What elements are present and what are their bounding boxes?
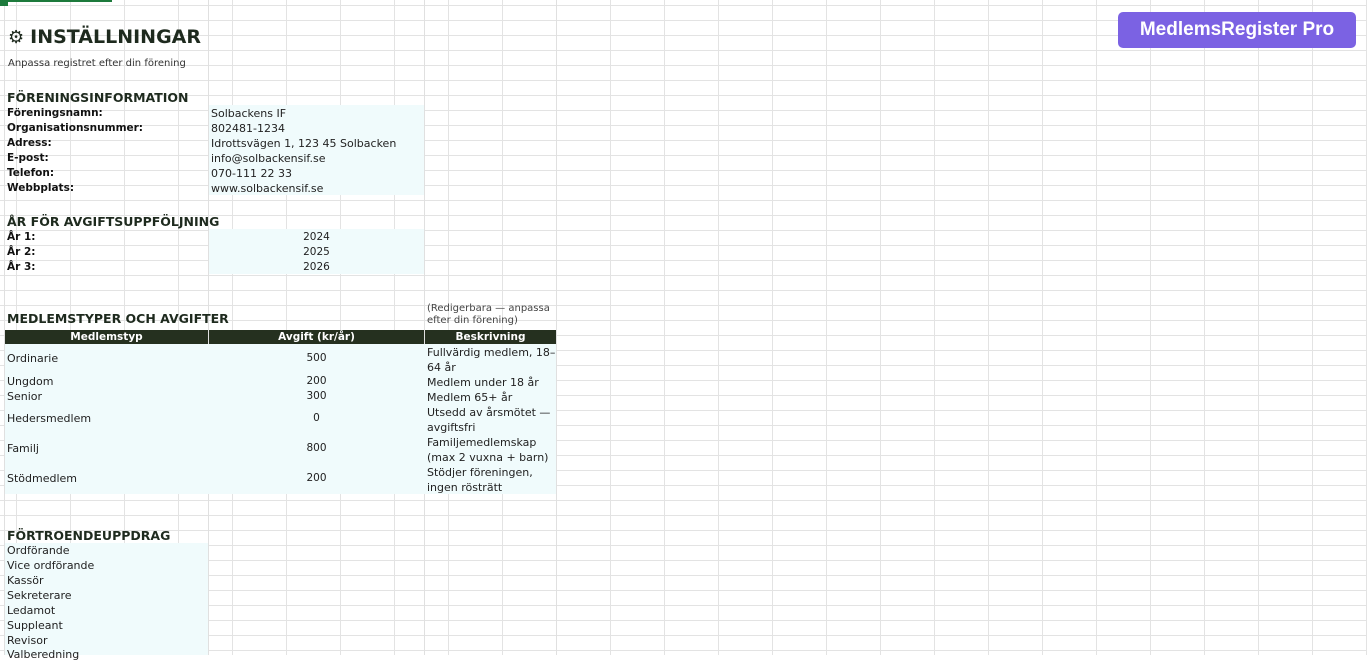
member-desc-cell[interactable]: Utsedd av årsmötet — avgiftsfri	[427, 405, 557, 435]
year-label: År 1:	[7, 231, 36, 243]
column-header-description: Beskrivning	[425, 330, 556, 344]
year-label: År 3:	[7, 261, 36, 273]
page-subtitle: Anpassa registret efter din förening	[8, 58, 186, 69]
years-heading: ÅR FÖR AVGIFTSUPPFÖLJNING	[7, 214, 220, 229]
org-email-cell[interactable]: info@solbackensif.se	[211, 152, 326, 165]
year-2-cell[interactable]: 2025	[209, 246, 424, 258]
member-desc-cell[interactable]: Medlem 65+ år	[427, 390, 557, 405]
org-label: E-post:	[7, 152, 49, 164]
org-heading: FÖRENINGSINFORMATION	[7, 90, 189, 105]
member-type-cell[interactable]: Hedersmedlem	[7, 412, 91, 425]
role-cell[interactable]: Vice ordförande	[7, 559, 94, 572]
selected-cell-border	[8, 0, 112, 2]
members-heading: MEDLEMSTYPER OCH AVGIFTER	[7, 311, 229, 326]
column-divider	[424, 0, 425, 655]
org-label: Webbplats:	[7, 182, 75, 194]
member-desc-cell[interactable]: Medlem under 18 år	[427, 375, 557, 390]
member-fee-cell[interactable]: 500	[209, 352, 424, 364]
column-divider	[208, 0, 209, 655]
org-label: Adress:	[7, 137, 52, 149]
column-divider	[556, 0, 557, 655]
member-fee-cell[interactable]: 800	[209, 442, 424, 454]
member-type-cell[interactable]: Ordinarie	[7, 352, 58, 365]
role-cell[interactable]: Ordförande	[7, 544, 70, 557]
page-title: ⚙ INSTÄLLNINGAR	[8, 26, 201, 48]
member-type-cell[interactable]: Senior	[7, 390, 42, 403]
role-cell[interactable]: Kassör	[7, 574, 43, 587]
column-header-type: Medlemstyp	[5, 330, 208, 344]
role-cell[interactable]: Sekreterare	[7, 589, 72, 602]
role-cell[interactable]: Revisor	[7, 634, 47, 647]
org-name-cell[interactable]: Solbackens IF	[211, 107, 286, 120]
member-type-cell[interactable]: Ungdom	[7, 375, 53, 388]
member-desc-cell[interactable]: Stödjer föreningen, ingen rösträtt	[427, 465, 557, 495]
org-label: Telefon:	[7, 167, 55, 179]
column-header-fee: Avgift (kr/år)	[209, 330, 424, 344]
member-desc-cell[interactable]: Familjemedlemskap (max 2 vuxna + barn)	[427, 435, 557, 465]
org-label: Föreningsnamn:	[7, 107, 103, 119]
org-number-cell[interactable]: 802481-1234	[211, 122, 285, 135]
org-phone-cell[interactable]: 070-111 22 33	[211, 167, 292, 180]
role-cell[interactable]: Ledamot	[7, 604, 55, 617]
year-1-cell[interactable]: 2024	[209, 231, 424, 243]
year-3-cell[interactable]: 2026	[209, 261, 424, 273]
member-type-cell[interactable]: Familj	[7, 442, 39, 455]
members-note: (Redigerbara — anpassa efter din förenin…	[427, 303, 550, 326]
role-cell[interactable]: Suppleant	[7, 619, 63, 632]
member-fee-cell[interactable]: 200	[209, 375, 424, 387]
roles-heading: FÖRTROENDEUPPDRAG	[7, 528, 171, 543]
gear-icon: ⚙	[8, 26, 25, 48]
year-label: År 2:	[7, 246, 36, 258]
member-fee-cell[interactable]: 0	[209, 412, 424, 424]
member-type-cell[interactable]: Stödmedlem	[7, 472, 77, 485]
brand-button[interactable]: MedlemsRegister Pro	[1118, 12, 1356, 48]
member-fee-cell[interactable]: 200	[209, 472, 424, 484]
org-label: Organisationsnummer:	[7, 122, 144, 134]
selected-cell-marker	[0, 0, 8, 6]
member-fee-cell[interactable]: 300	[209, 390, 424, 402]
org-address-cell[interactable]: Idrottsvägen 1, 123 45 Solbacken	[211, 137, 396, 150]
page-title-text: INSTÄLLNINGAR	[30, 26, 202, 48]
member-desc-cell[interactable]: Fullvärdig medlem, 18–64 år	[427, 345, 557, 375]
org-website-cell[interactable]: www.solbackensif.se	[211, 182, 323, 195]
